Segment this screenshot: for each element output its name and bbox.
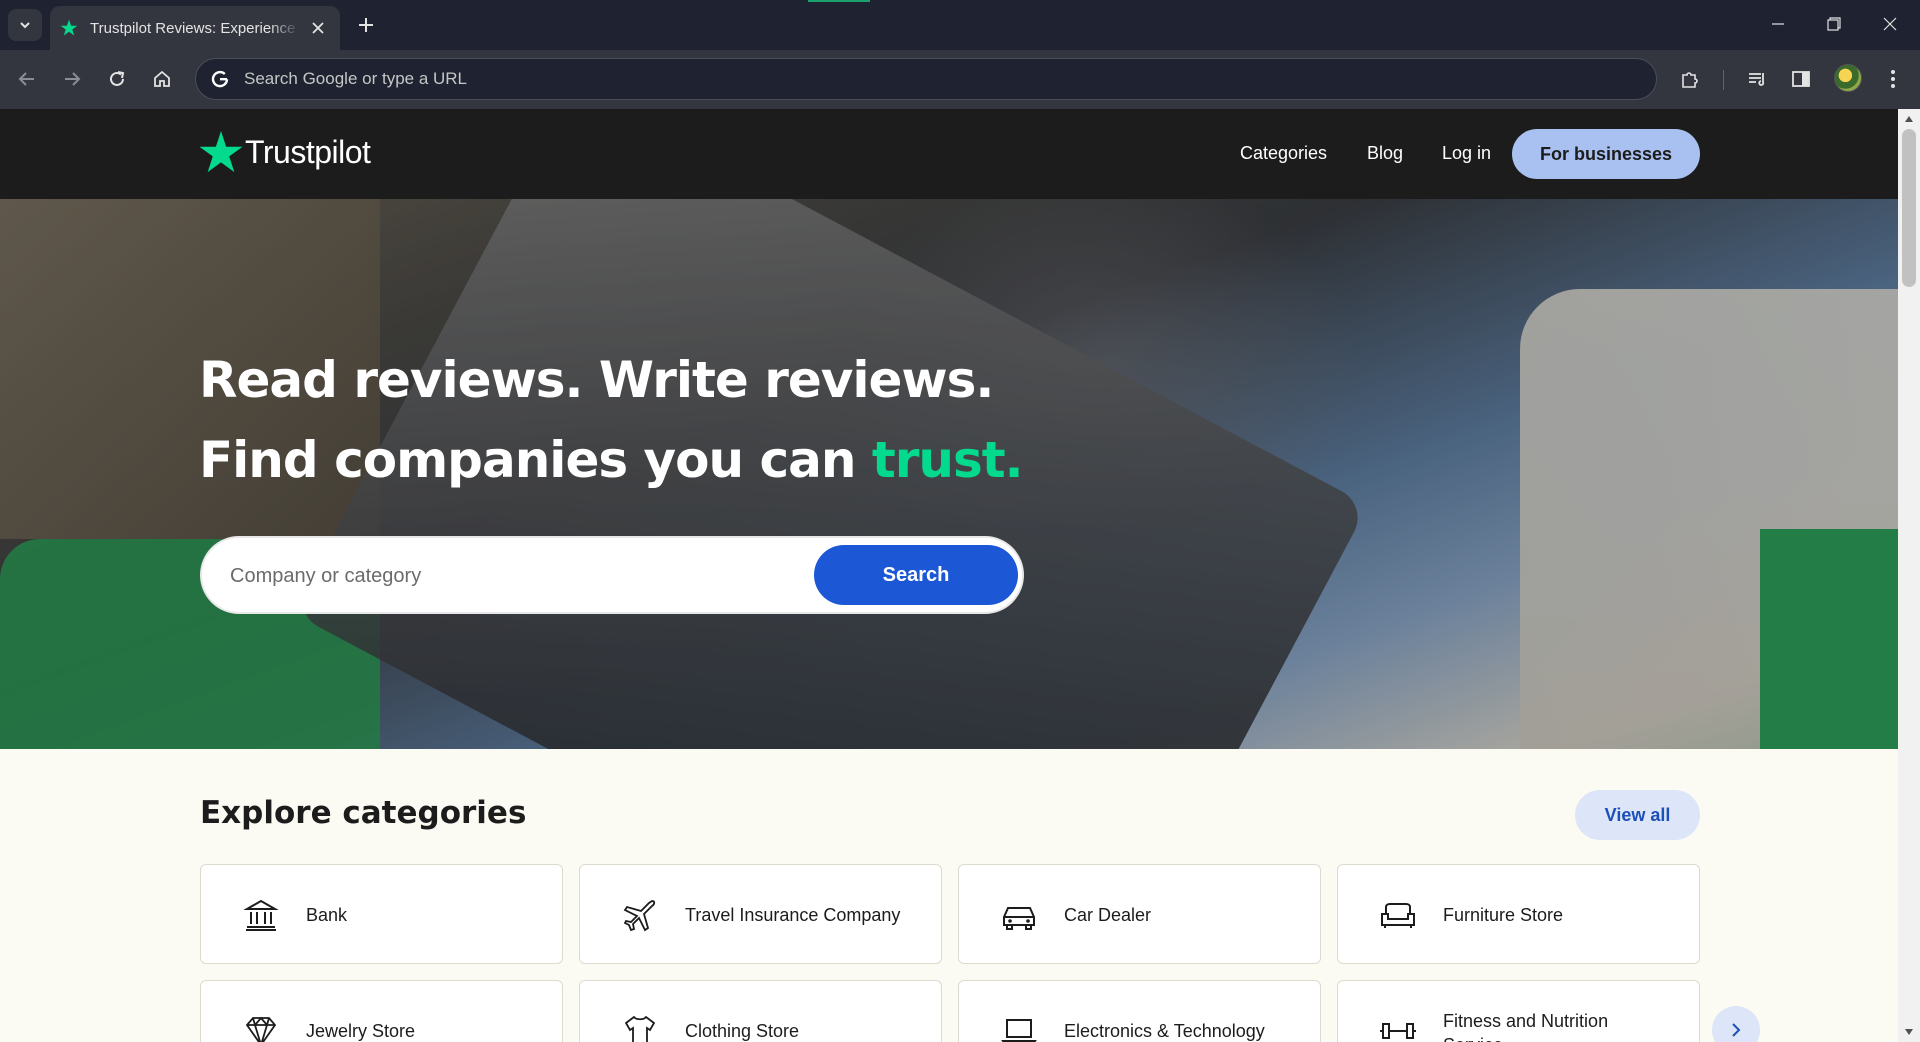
company-search-input[interactable] (230, 560, 730, 592)
media-queue-icon (1749, 73, 1765, 86)
reload-button[interactable] (99, 61, 135, 97)
nav-blog-link[interactable]: Blog (1367, 143, 1403, 164)
omnibox[interactable]: Search Google or type a URL (195, 58, 1657, 100)
airplane-icon (620, 895, 660, 935)
hero-headline-line2: Find companies you can trust. (199, 431, 1024, 489)
category-label: Bank (306, 905, 348, 925)
triangle-down-icon (1905, 1029, 1913, 1035)
hero-section: Read reviews. Write reviews. Find compan… (0, 199, 1898, 749)
category-label: Furniture Store (1443, 905, 1564, 925)
nav-login-link[interactable]: Log in (1442, 143, 1491, 164)
tab-title: Trustpilot Reviews: Experience the power… (90, 19, 300, 37)
category-card-furniture-store[interactable]: Furniture Store (1337, 864, 1700, 964)
scrollbar-thumb[interactable] (1902, 129, 1916, 287)
category-label: Fitness and Nutrition Service (1443, 1011, 1609, 1042)
close-icon (312, 22, 324, 34)
diamond-icon (241, 1011, 281, 1042)
category-card-jewelry-store[interactable]: Jewelry Store (200, 980, 563, 1042)
close-window-button[interactable] (1862, 0, 1918, 48)
omnibox-placeholder: Search Google or type a URL (244, 69, 468, 88)
page-scrollbar[interactable] (1898, 109, 1920, 1042)
category-card-car-dealer[interactable]: Car Dealer (958, 864, 1321, 964)
browser-tab-active[interactable]: Trustpilot Reviews: Experience the power… (50, 6, 340, 50)
laptop-icon (999, 1011, 1039, 1042)
home-button[interactable] (144, 61, 180, 97)
trustpilot-star-icon (60, 19, 78, 36)
new-tab-button[interactable] (352, 11, 380, 39)
hero-headline-prefix: Find companies you can (199, 431, 872, 489)
scroll-up-arrow[interactable] (1903, 113, 1915, 125)
category-card-clothing-store[interactable]: Clothing Store (579, 980, 942, 1042)
category-label: Car Dealer (1064, 905, 1152, 925)
side-panel-button[interactable] (1784, 62, 1818, 96)
page-viewport: Trustpilot Categories Blog Log in For bu… (0, 109, 1898, 1042)
toolbar-separator (1723, 70, 1724, 90)
tab-close-button[interactable] (306, 16, 330, 40)
profile-avatar[interactable] (1834, 64, 1862, 92)
category-label: Jewelry Store (306, 1021, 416, 1041)
chevron-right-icon (1732, 1023, 1741, 1037)
back-button[interactable] (9, 61, 45, 97)
category-label: Electronics & Technology (1064, 1021, 1265, 1041)
close-icon (1883, 17, 1897, 31)
category-card-electronics-technology[interactable]: Electronics & Technology (958, 980, 1321, 1042)
category-card-bank[interactable]: Bank (200, 864, 563, 964)
minimize-icon (1772, 23, 1784, 25)
chrome-menu-button[interactable] (1876, 62, 1910, 96)
for-businesses-button[interactable]: For businesses (1512, 129, 1700, 179)
restore-icon (1827, 17, 1841, 31)
minimize-button[interactable] (1750, 0, 1806, 48)
puzzle-icon (1682, 72, 1698, 88)
shirt-icon (620, 1011, 660, 1042)
restore-button[interactable] (1806, 0, 1862, 48)
trustpilot-star-icon (199, 131, 243, 173)
forward-button[interactable] (54, 61, 90, 97)
dumbbell-icon (1378, 1011, 1418, 1042)
home-icon (154, 70, 170, 87)
search-button[interactable]: Search (814, 545, 1018, 605)
arrow-right-icon (65, 72, 81, 86)
media-control-button[interactable] (1740, 62, 1774, 96)
hero-search-bar: Search (200, 536, 1024, 614)
site-header: Trustpilot Categories Blog Log in For bu… (0, 109, 1898, 199)
sofa-icon (1378, 895, 1418, 935)
tab-loading-indicator (808, 0, 870, 2)
browser-tabstrip: Trustpilot Reviews: Experience the power… (0, 0, 1920, 50)
tab-search-button[interactable] (8, 9, 42, 41)
hero-headline-accent: trust. (871, 431, 1024, 489)
arrow-left-icon (18, 72, 34, 86)
view-all-button[interactable]: View all (1575, 790, 1700, 840)
category-card-travel-insurance[interactable]: Travel Insurance Company (579, 864, 942, 964)
bank-icon (241, 895, 281, 935)
logo-text: Trustpilot (245, 133, 371, 170)
plus-icon (359, 18, 373, 32)
category-label: Travel Insurance Company (685, 905, 901, 925)
hero-headline-line1: Read reviews. Write reviews. (199, 351, 994, 409)
category-label: Clothing Store (685, 1021, 800, 1041)
explore-categories-heading: Explore categories (200, 795, 527, 831)
car-icon (999, 895, 1039, 935)
browser-toolbar: Search Google or type a URL (0, 50, 1920, 109)
chevron-down-icon (20, 22, 30, 29)
nav-categories-link[interactable]: Categories (1240, 143, 1327, 164)
google-g-icon (208, 67, 232, 91)
trustpilot-logo[interactable]: Trustpilot (199, 131, 371, 173)
side-panel-icon (1792, 71, 1810, 87)
categories-next-button[interactable] (1712, 1006, 1760, 1042)
category-card-fitness-nutrition[interactable]: Fitness and Nutrition Service (1337, 980, 1700, 1042)
scroll-down-arrow[interactable] (1903, 1026, 1915, 1038)
extensions-button[interactable] (1673, 62, 1707, 96)
kebab-menu-icon (1891, 70, 1895, 88)
reload-icon (110, 71, 125, 86)
triangle-up-icon (1905, 116, 1913, 122)
